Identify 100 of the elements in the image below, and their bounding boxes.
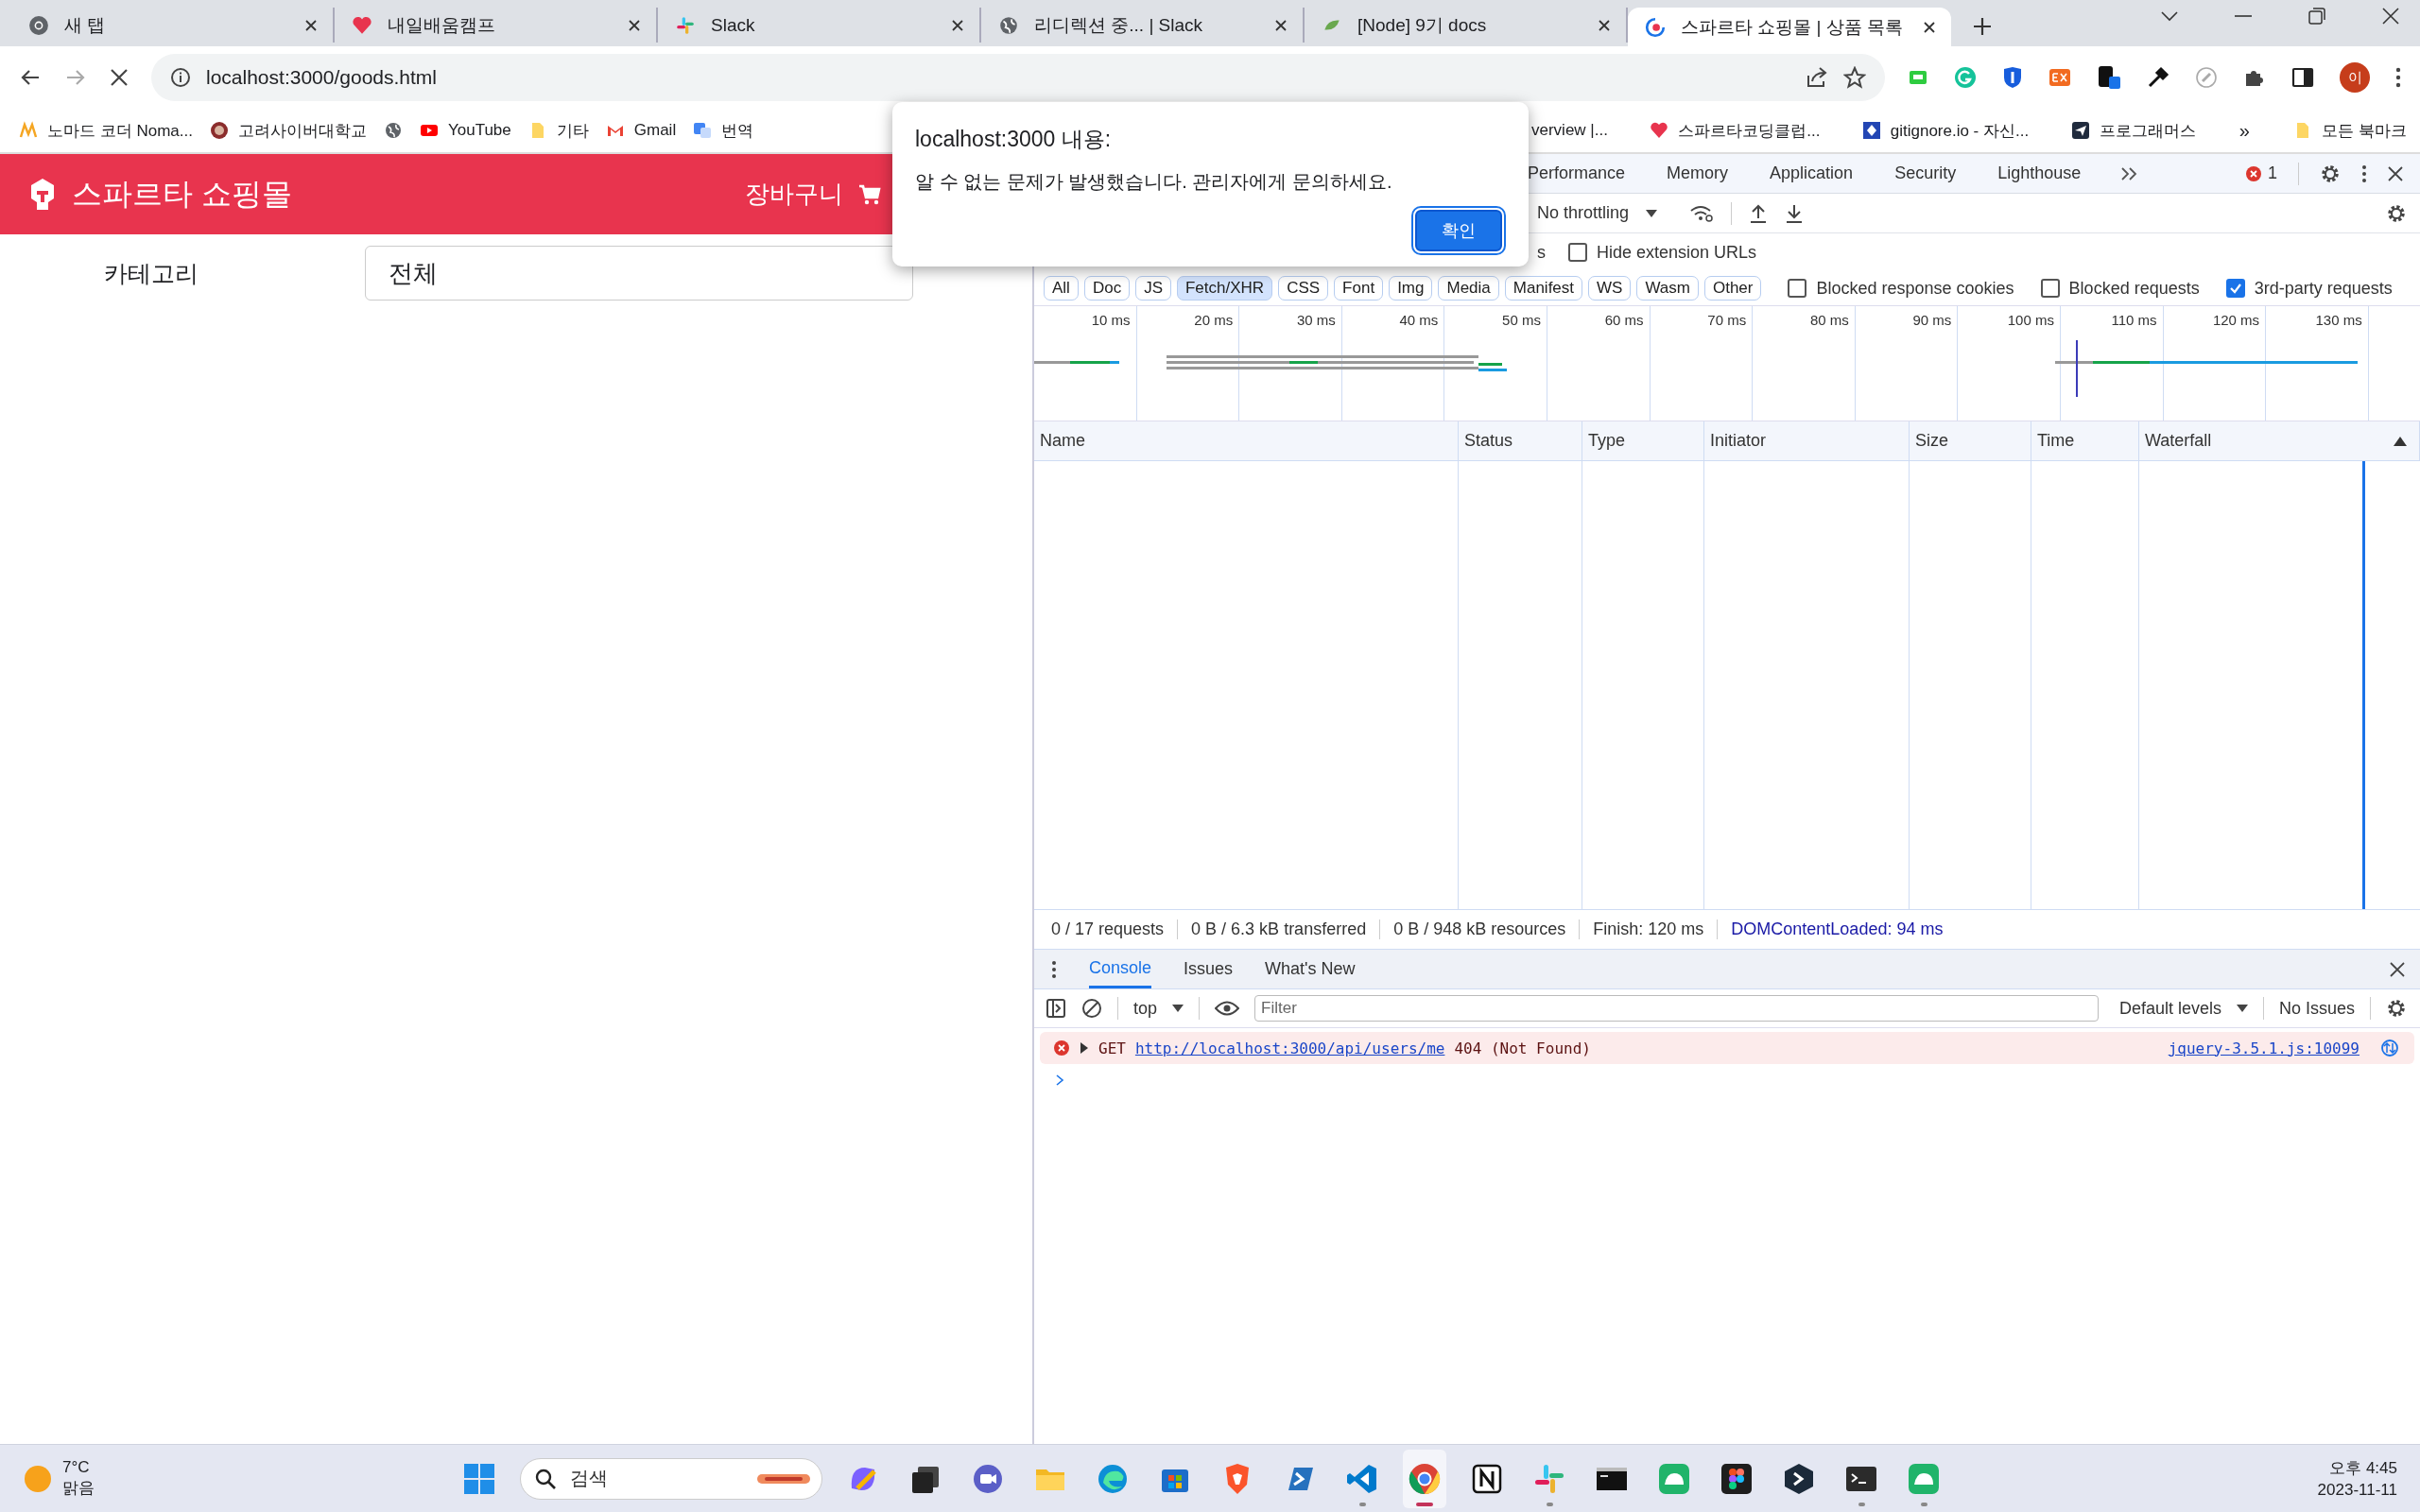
clock-time[interactable]: 오후 4:45 bbox=[2329, 1457, 2397, 1479]
minimize-icon[interactable] bbox=[2235, 13, 2252, 18]
checkbox[interactable] bbox=[1568, 243, 1587, 262]
more-icon[interactable] bbox=[2361, 163, 2367, 183]
filter-checkbox[interactable]: 3rd-party requests bbox=[2225, 278, 2393, 299]
browser-tab[interactable]: 리디렉션 중... | Slack bbox=[981, 8, 1305, 43]
checkbox[interactable] bbox=[1788, 279, 1807, 298]
levels-dropdown[interactable]: Default levels bbox=[2118, 998, 2221, 1019]
browser-tab[interactable]: 내일배움캠프 bbox=[335, 8, 658, 43]
checkbox[interactable] bbox=[2040, 279, 2060, 298]
stop-icon[interactable] bbox=[110, 68, 129, 87]
context-dropdown[interactable]: top bbox=[1133, 998, 1158, 1019]
category-select[interactable]: 전체 bbox=[365, 246, 913, 301]
bookmark[interactable]: 프로그래머스 bbox=[2066, 115, 2200, 146]
close-icon[interactable] bbox=[628, 18, 641, 32]
type-filter-chip[interactable]: Manifest bbox=[1504, 276, 1583, 301]
close-icon[interactable] bbox=[1598, 18, 1611, 32]
download-icon[interactable] bbox=[1785, 202, 1805, 224]
column-header[interactable]: Initiator bbox=[1704, 421, 1910, 460]
address-bar[interactable]: localhost:3000/goods.html bbox=[151, 54, 1885, 101]
site-title[interactable]: 스파르타 쇼핑몰 bbox=[72, 173, 292, 215]
type-filter-chip[interactable]: CSS bbox=[1278, 276, 1329, 301]
type-filter-chip[interactable]: Media bbox=[1438, 276, 1499, 301]
bookmark[interactable]: 기타 bbox=[524, 115, 593, 146]
settings-icon[interactable] bbox=[2320, 163, 2341, 184]
type-filter-chip[interactable]: Font bbox=[1334, 276, 1384, 301]
type-filter-chip[interactable]: Img bbox=[1389, 276, 1433, 301]
upload-icon[interactable] bbox=[1749, 202, 1769, 224]
prompt-chevron-icon[interactable] bbox=[1055, 1074, 1064, 1087]
close-icon[interactable] bbox=[2382, 7, 2399, 25]
bookmark[interactable]: verview |... bbox=[1528, 117, 1612, 144]
close-icon[interactable] bbox=[2390, 961, 2405, 977]
bookmark[interactable]: Gmail bbox=[601, 117, 681, 144]
issues-button[interactable]: No Issues bbox=[2278, 998, 2355, 1019]
browser-tab[interactable]: 새 탭 bbox=[11, 8, 335, 43]
cart-link[interactable]: 장바구니 bbox=[745, 178, 843, 211]
expand-arrow-icon[interactable] bbox=[1080, 1042, 1089, 1054]
more-icon[interactable] bbox=[1051, 959, 1057, 979]
devtools-tab[interactable]: Security bbox=[1893, 163, 1959, 183]
drawer-tab[interactable]: What's New bbox=[1265, 950, 1356, 988]
ex-badge-icon[interactable] bbox=[2048, 66, 2071, 89]
type-filter-chip[interactable]: Other bbox=[1703, 276, 1762, 301]
bookmark[interactable]: YouTube bbox=[415, 117, 515, 144]
chevron-down-icon[interactable] bbox=[2161, 9, 2178, 22]
caret-icon[interactable] bbox=[1172, 1005, 1184, 1012]
column-header[interactable]: Status bbox=[1459, 421, 1582, 460]
more-bookmarks-button[interactable]: » bbox=[2233, 119, 2256, 142]
sort-up-icon[interactable] bbox=[2394, 437, 2407, 446]
clear-icon[interactable] bbox=[1081, 998, 1102, 1019]
plus-icon[interactable] bbox=[1972, 16, 1993, 37]
settings-icon[interactable] bbox=[2386, 202, 2407, 224]
bookmark[interactable]: 고려사이버대학교 bbox=[205, 115, 371, 146]
clock-date[interactable]: 2023-11-11 bbox=[2317, 1481, 2397, 1500]
share-icon[interactable] bbox=[1806, 66, 1828, 89]
weather-condition[interactable]: 맑음 bbox=[62, 1477, 95, 1499]
close-icon[interactable] bbox=[304, 18, 318, 32]
bookmark[interactable]: gitignore.io - 자신... bbox=[1858, 115, 2033, 146]
column-header[interactable]: Type bbox=[1582, 421, 1704, 460]
wifi-settings-icon[interactable] bbox=[1689, 203, 1715, 223]
drawer-tab[interactable]: Issues bbox=[1184, 950, 1234, 988]
tablet-icon[interactable] bbox=[2097, 65, 2121, 90]
column-header[interactable]: Name bbox=[1034, 421, 1459, 460]
profile-avatar[interactable]: 이 bbox=[2340, 62, 2370, 93]
drawer-tab[interactable]: Console bbox=[1089, 950, 1152, 988]
type-filter-chip[interactable]: Fetch/XHR bbox=[1177, 276, 1273, 301]
type-filter-chip[interactable]: Wasm bbox=[1636, 276, 1699, 301]
type-filter-chip[interactable]: Doc bbox=[1083, 276, 1131, 301]
settings-icon[interactable] bbox=[2386, 998, 2407, 1019]
filter-checkbox[interactable]: Blocked response cookies bbox=[1788, 278, 2014, 299]
caret-icon[interactable] bbox=[1646, 209, 1658, 217]
restore-icon[interactable] bbox=[2308, 7, 2325, 25]
checkbox[interactable] bbox=[2225, 279, 2245, 298]
error-count[interactable]: 1 bbox=[2268, 163, 2277, 183]
network-request-icon[interactable] bbox=[2380, 1039, 2399, 1057]
type-filter-chip[interactable]: JS bbox=[1135, 276, 1171, 301]
star-icon[interactable] bbox=[1843, 66, 1866, 89]
type-filter-chip[interactable]: WS bbox=[1588, 276, 1632, 301]
filter-field[interactable]: Filter bbox=[1254, 995, 2099, 1022]
browser-tab[interactable]: Slack bbox=[658, 8, 981, 43]
throttling-dropdown[interactable]: No throttling bbox=[1537, 203, 1630, 223]
column-header[interactable]: Size bbox=[1910, 421, 2031, 460]
side-panel-icon[interactable] bbox=[2291, 66, 2314, 89]
cart-icon[interactable] bbox=[858, 183, 881, 205]
sidebar-icon[interactable] bbox=[1046, 998, 1066, 1019]
devtools-tab[interactable]: Application bbox=[1768, 163, 1856, 183]
close-icon[interactable] bbox=[2388, 165, 2403, 181]
column-header[interactable]: Time bbox=[2031, 421, 2139, 460]
more-icon[interactable] bbox=[2395, 66, 2401, 89]
eye-icon[interactable] bbox=[1215, 1000, 1240, 1017]
request-url-link[interactable]: http://localhost:3000/api/users/me bbox=[1134, 1039, 1445, 1057]
filter-checkbox[interactable]: Hide extension URLs bbox=[1568, 242, 1757, 263]
filter-checkbox[interactable]: Blocked requests bbox=[2040, 278, 2200, 299]
browser-tab[interactable]: 스파르타 쇼핑몰 | 상품 목록 bbox=[1628, 8, 1951, 46]
temperature[interactable]: 7°C bbox=[62, 1458, 95, 1477]
close-icon[interactable] bbox=[1923, 20, 1936, 34]
close-icon[interactable] bbox=[1274, 18, 1288, 32]
bookmark[interactable]: 스파르타코딩클럽... bbox=[1646, 115, 1824, 146]
source-link[interactable]: jquery-3.5.1.js:10099 bbox=[2168, 1039, 2360, 1057]
devtools-tab[interactable]: Lighthouse bbox=[1996, 163, 2083, 183]
caret-icon[interactable] bbox=[2236, 1005, 2248, 1012]
